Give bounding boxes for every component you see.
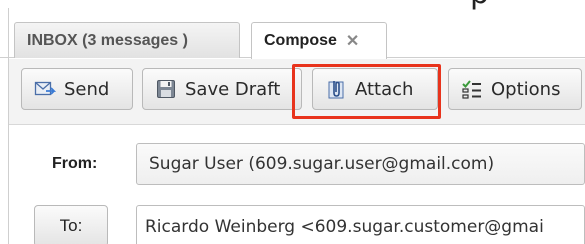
save-draft-button[interactable]: Save Draft: [142, 68, 302, 110]
options-button[interactable]: Options: [448, 68, 582, 110]
attach-highlight-box: [292, 64, 441, 119]
tab-compose-label: Compose: [264, 32, 337, 49]
to-value: Ricardo Weinberg <609.sugar.customer@gma…: [145, 217, 544, 237]
options-label: Options: [491, 78, 561, 100]
to-input[interactable]: Ricardo Weinberg <609.sugar.customer@gma…: [136, 205, 585, 244]
save-icon: [155, 78, 177, 100]
from-label: From:: [52, 155, 98, 172]
send-icon: [34, 78, 57, 100]
send-label: Send: [64, 78, 110, 100]
tab-compose[interactable]: Compose ✕: [251, 22, 387, 59]
close-icon[interactable]: ✕: [346, 31, 359, 51]
send-button[interactable]: Send: [21, 68, 133, 110]
save-draft-label: Save Draft: [185, 78, 281, 100]
from-select[interactable]: Sugar User (609.sugar.user@gmail.com): [136, 143, 585, 185]
from-value: Sugar User (609.sugar.user@gmail.com): [149, 154, 495, 174]
tab-inbox-label: INBOX (3 messages ): [27, 31, 188, 49]
tab-inbox[interactable]: INBOX (3 messages ): [14, 22, 240, 58]
options-icon: [461, 78, 483, 100]
tab-bar: INBOX (3 messages ) Compose ✕: [0, 8, 585, 59]
to-button-label: To:: [59, 216, 83, 235]
to-button[interactable]: To:: [34, 205, 108, 244]
